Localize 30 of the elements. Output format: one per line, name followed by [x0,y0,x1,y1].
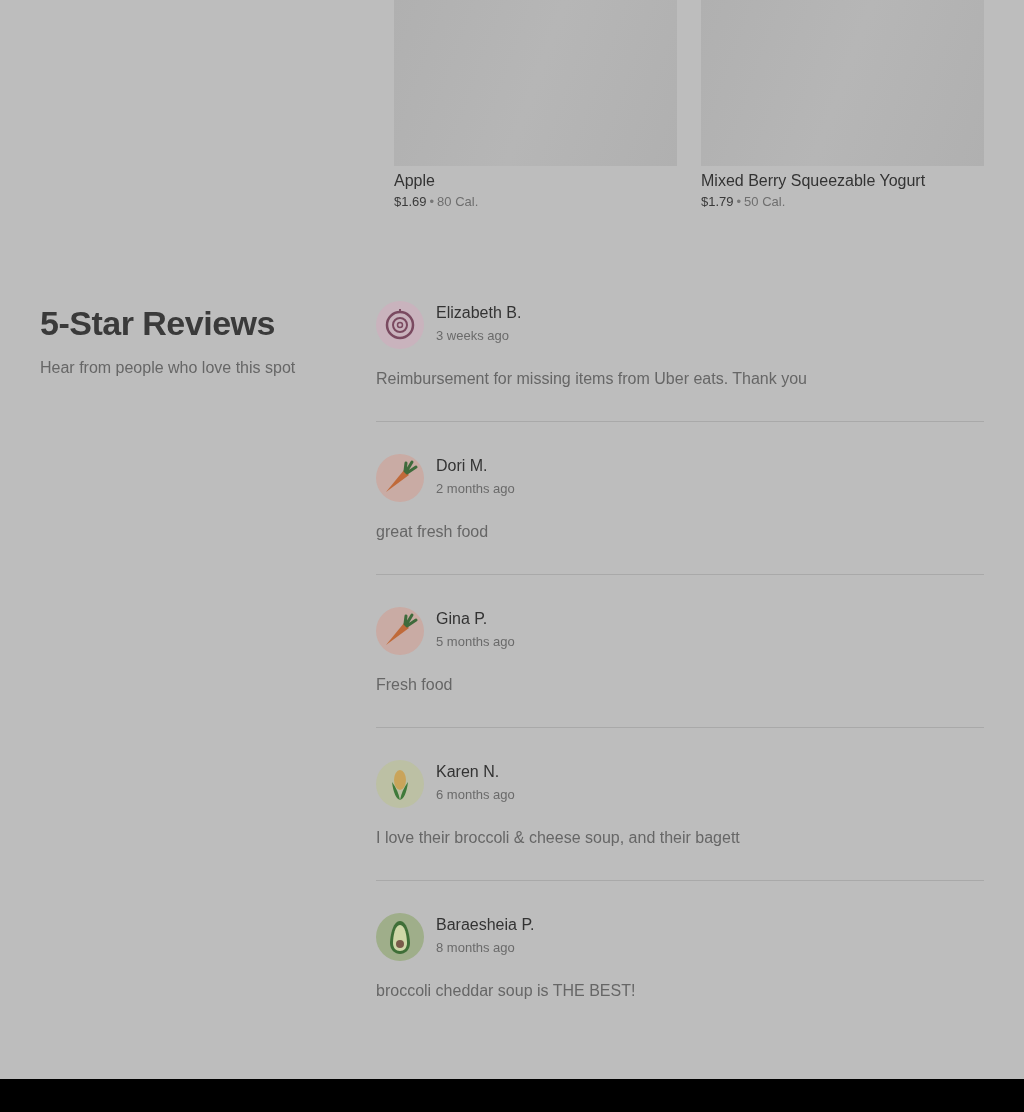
product-name[interactable]: Mixed Berry Squeezable Yogurt [701,171,984,191]
review-time: 2 months ago [436,481,515,496]
review-time: 6 months ago [436,787,515,802]
carrot-avatar-icon [376,454,424,502]
reviewer-name: Karen N. [436,762,501,782]
review-text: great fresh food [376,523,490,541]
separator-dot: • [736,194,742,209]
carrot-avatar-icon [376,607,424,655]
review-text: Reimbursement for missing items from Uber eats. Thank you [376,370,808,388]
separator-dot: • [429,194,435,209]
review-text: I love their broccoli & cheese soup, and their bagett [376,829,741,847]
product-price: $1.69 [394,194,427,209]
avocado-avatar-icon [376,913,424,961]
review-time: 5 months ago [436,634,515,649]
review-text: Fresh food [376,676,454,694]
product-name[interactable]: Apple [394,171,677,191]
review-text: broccoli cheddar soup is THE BEST! [376,982,637,1000]
reviewer-name: Gina P. [436,609,489,629]
section-title: 5-Star Reviews [40,303,276,344]
corn-avatar-icon [376,760,424,808]
reviewer-name: Elizabeth B. [436,303,522,323]
product-price: $1.79 [701,194,734,209]
review-time: 8 months ago [436,940,516,955]
review-time: 3 weeks ago [436,328,510,343]
reviewer-name: Baraesheia P. [436,915,535,935]
section-subtitle: Hear from people who love this spot [40,359,297,377]
onion-avatar-icon [376,301,424,349]
product-calories: 80 Cal. [437,194,479,209]
reviewer-name: Dori M. [436,456,489,476]
product-calories: 50 Cal. [744,194,786,209]
